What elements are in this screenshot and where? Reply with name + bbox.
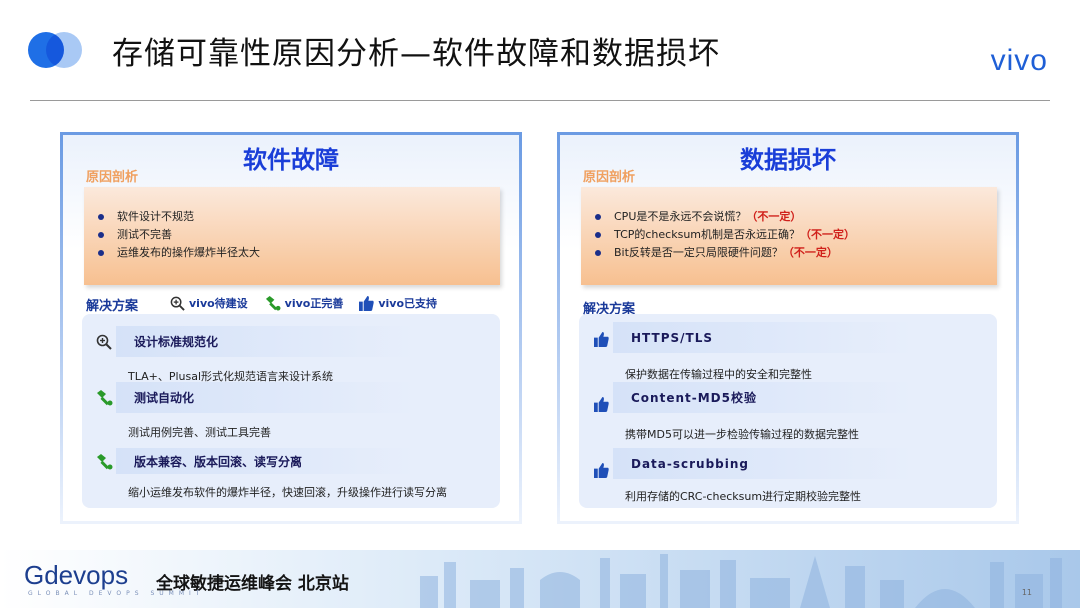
magnifier-plus-icon <box>94 332 114 352</box>
magnifier-plus-icon <box>170 296 185 311</box>
cause-box: CPU是不是永远不会说慌？（不一定） TCP的checksum机制是否永远正确？… <box>581 187 997 285</box>
solution-desc: 测试用例完善、测试工具完善 <box>128 426 271 439</box>
cause-item: TCP的checksum机制是否永远正确？（不一定） <box>595 226 997 244</box>
solution-label: 解决方案 <box>86 299 139 314</box>
legend-label: vivo已支持 <box>378 297 438 310</box>
brand-logo: vivo <box>990 44 1048 77</box>
solution-desc: 缩小运维发布软件的爆炸半径，快速回滚，升级操作进行读写分离 <box>128 486 447 499</box>
solution-title: Data-scrubbing <box>613 448 913 479</box>
solution-desc: 保护数据在传输过程中的安全和完整性 <box>625 368 812 381</box>
uncertain-tag: （不一定） <box>782 246 838 259</box>
wrench-icon <box>94 452 114 472</box>
cause-item: CPU是不是永远不会说慌？（不一定） <box>595 208 997 226</box>
legend-item: vivo待建设 <box>170 295 248 311</box>
thumbs-up-icon <box>591 329 611 349</box>
solution-box: 设计标准规范化 TLA+、Plusal形式化规范语言来设计系统 测试自动化 测试… <box>82 314 500 508</box>
thumbs-up-icon <box>591 460 611 480</box>
cause-item: 软件设计不规范 <box>98 208 500 226</box>
solution-desc: 利用存储的CRC-checksum进行定期校验完整性 <box>625 490 862 503</box>
cause-item: Bit反转是否一定只局限硬件问题？（不一定） <box>595 244 997 262</box>
cause-label: 原因剖析 <box>86 170 139 185</box>
cause-label: 原因剖析 <box>583 170 636 185</box>
thumbs-up-icon <box>359 295 375 311</box>
page-title: 存储可靠性原因分析—软件故障和数据损坏 <box>112 36 720 72</box>
legend-item: vivo已支持 <box>359 295 437 311</box>
vivo-dots-logo <box>28 32 84 68</box>
status-legend: vivo待建设 vivo正完善 vivo已支持 <box>170 295 453 311</box>
solution-box: HTTPS/TLS 保护数据在传输过程中的安全和完整性 Content-MD5校… <box>579 314 997 508</box>
page-number: 11 <box>1021 588 1032 597</box>
title-divider <box>30 100 1050 101</box>
summit-subtitle: GLOBAL DEVOPS SUMMIT <box>28 590 205 597</box>
wrench-icon <box>94 388 114 408</box>
solution-title: 测试自动化 <box>116 382 416 413</box>
gdevops-logo: Gdevops <box>24 560 129 590</box>
legend-label: vivo正完善 <box>284 297 344 310</box>
cause-item: 运维发布的操作爆炸半径太大 <box>98 244 500 262</box>
wrench-icon <box>265 295 281 311</box>
software-fault-panel: 软件故障 原因剖析 软件设计不规范 测试不完善 运维发布的操作爆炸半径太大 解决… <box>60 132 522 524</box>
solution-title: 设计标准规范化 <box>116 326 416 357</box>
solution-title: HTTPS/TLS <box>613 322 913 353</box>
uncertain-tag: （不一定） <box>746 210 802 223</box>
cause-box: 软件设计不规范 测试不完善 运维发布的操作爆炸半径太大 <box>84 187 500 285</box>
solution-desc: 携带MD5可以进一步检验传输过程的数据完整性 <box>625 428 859 441</box>
legend-item: vivo正完善 <box>264 295 344 311</box>
cause-item: 测试不完善 <box>98 226 500 244</box>
thumbs-up-icon <box>591 394 611 414</box>
legend-label: vivo待建设 <box>189 297 248 310</box>
solution-title: Content-MD5校验 <box>613 382 913 413</box>
data-corruption-panel: 数据损坏 原因剖析 CPU是不是永远不会说慌？（不一定） TCP的checksu… <box>557 132 1019 524</box>
uncertain-tag: （不一定） <box>800 228 856 241</box>
solution-title: 版本兼容、版本回滚、读写分离 <box>116 448 416 474</box>
